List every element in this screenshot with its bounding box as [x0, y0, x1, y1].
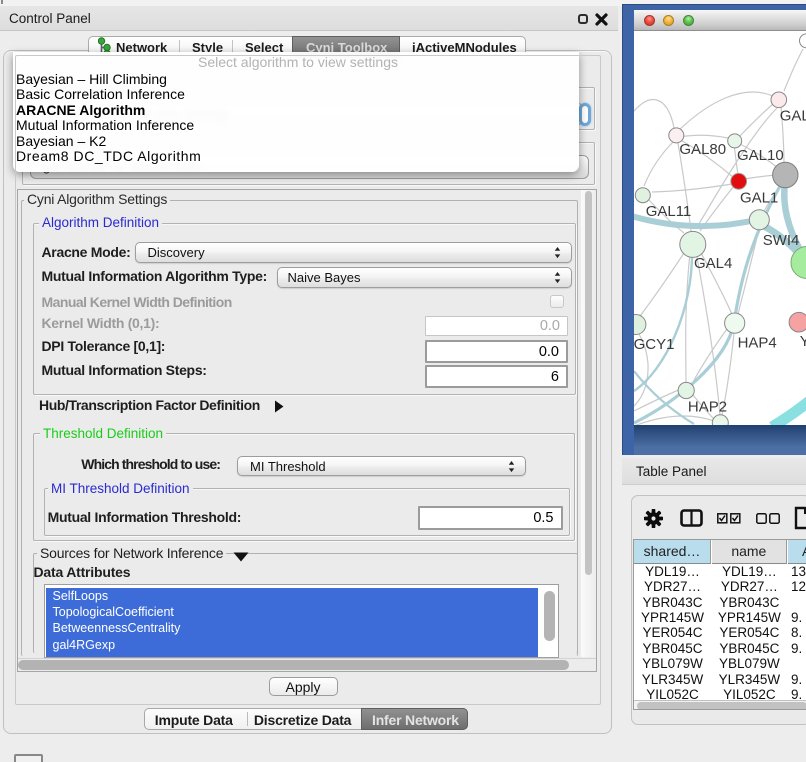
svg-text:GAL80: GAL80: [679, 141, 726, 158]
svg-text:HAP2: HAP2: [688, 398, 727, 415]
svg-text:Y: Y: [800, 333, 806, 350]
svg-text:GAL10: GAL10: [737, 147, 784, 164]
svg-text:GAL11: GAL11: [646, 203, 692, 220]
svg-text:GCY1: GCY1: [634, 336, 674, 353]
svg-text:GAL7: GAL7: [780, 108, 806, 125]
svg-text:GAL1: GAL1: [740, 190, 778, 207]
svg-text:GAL4: GAL4: [694, 255, 732, 272]
svg-text:HAP4: HAP4: [738, 335, 777, 352]
svg-text:SWI4: SWI4: [763, 232, 800, 249]
